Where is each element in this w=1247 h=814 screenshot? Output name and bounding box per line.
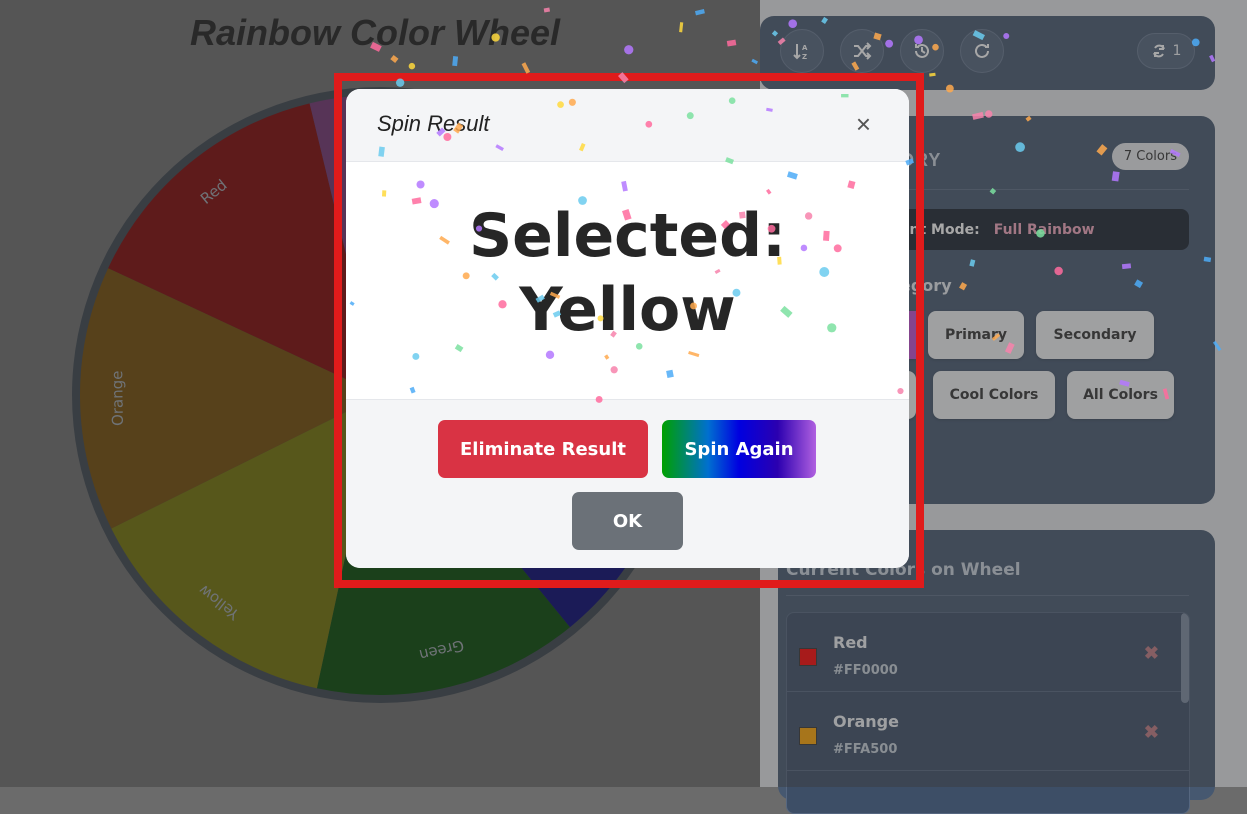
ok-button[interactable]: OK xyxy=(572,492,683,550)
sort-button[interactable]: AZ xyxy=(780,29,824,73)
color-hex: #FFA500 xyxy=(833,742,898,757)
sync-icon xyxy=(1152,44,1165,58)
category-button-all[interactable]: All Colors xyxy=(1067,371,1174,419)
list-item: Orange #FFA500 ✖ xyxy=(787,692,1189,771)
spin-result-modal: Spin Result × Selected: Yellow Eliminate… xyxy=(346,89,909,568)
svg-text:A: A xyxy=(802,44,808,52)
spin-count: 1 xyxy=(1172,43,1182,59)
color-name: Red xyxy=(833,633,868,652)
history-icon xyxy=(915,43,929,58)
color-name: Orange xyxy=(833,712,899,731)
category-button-primary[interactable]: Primary xyxy=(928,311,1024,359)
redo-button[interactable] xyxy=(960,29,1004,73)
remove-color-button[interactable]: ✖ xyxy=(1144,643,1159,664)
spin-again-button[interactable]: Spin Again xyxy=(662,420,816,478)
colors-count-badge: 7 Colors xyxy=(1111,143,1189,170)
scrollbar[interactable] xyxy=(1181,613,1189,703)
remove-color-button[interactable]: ✖ xyxy=(1144,722,1159,743)
shuffle-button[interactable] xyxy=(840,29,884,73)
sort-icon: AZ xyxy=(793,44,808,61)
mode-value: Full Rainbow xyxy=(993,221,1095,238)
color-hex: #FF0000 xyxy=(833,663,898,678)
color-swatch xyxy=(799,648,817,666)
category-button-secondary[interactable]: Secondary xyxy=(1036,311,1154,359)
page-title: Rainbow Color Wheel xyxy=(190,12,561,53)
history-button[interactable] xyxy=(900,29,944,73)
shuffle-icon xyxy=(854,42,872,60)
spin-count-badge: 1 xyxy=(1137,33,1195,69)
modal-title: Spin Result xyxy=(377,111,490,136)
result-text: Selected: Yellow xyxy=(346,199,909,347)
result-line-2: Yellow xyxy=(519,275,736,345)
list-item: Red #FF0000 ✖ xyxy=(787,613,1189,692)
eliminate-result-button[interactable]: Eliminate Result xyxy=(438,420,648,478)
category-button-cool[interactable]: Cool Colors xyxy=(933,371,1055,419)
close-icon[interactable]: × xyxy=(856,111,871,137)
svg-text:Z: Z xyxy=(802,53,807,61)
color-swatch xyxy=(799,727,817,745)
color-list: Red #FF0000 ✖ Orange #FFA500 ✖ xyxy=(786,612,1190,814)
wheel-segment-label: Orange xyxy=(108,370,127,426)
modal-header: Spin Result × xyxy=(346,89,909,162)
result-line-1: Selected: xyxy=(468,201,787,271)
redo-icon xyxy=(975,43,989,58)
modal-footer: Eliminate Result Spin Again OK xyxy=(346,399,909,568)
divider xyxy=(786,595,1189,596)
